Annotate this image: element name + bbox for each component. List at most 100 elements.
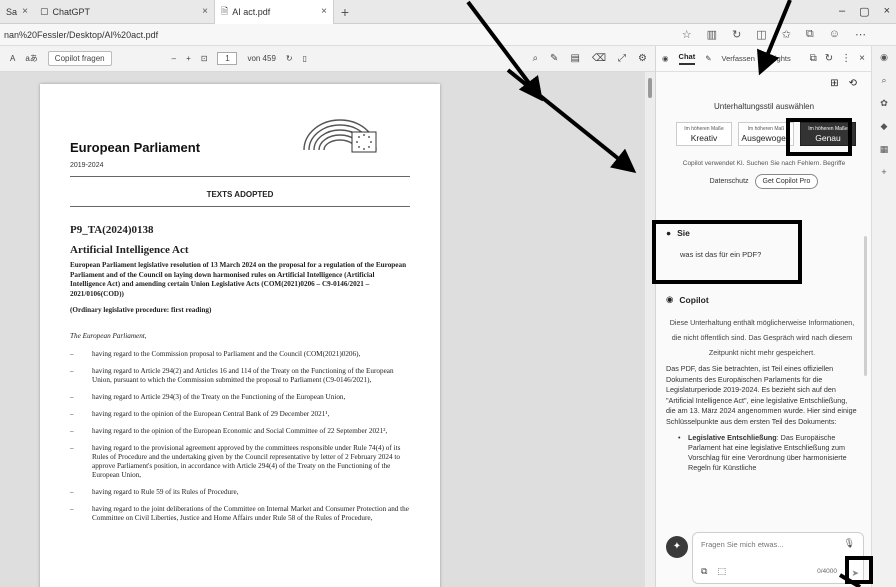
chat-scrollbar[interactable]: [864, 236, 867, 376]
answer-bullet: Legislative Entschließung: Das Europäisc…: [666, 433, 858, 473]
style-name: Ausgewogen: [741, 133, 791, 143]
add-icon[interactable]: +: [881, 167, 886, 177]
copilot-response: ◉ Copilot Diese Unterhaltung enthält mög…: [666, 294, 858, 473]
close-icon[interactable]: ×: [22, 6, 28, 17]
fit-page-icon[interactable]: ⊡: [201, 54, 208, 63]
maximize-button[interactable]: ▢: [859, 5, 869, 18]
divider: [70, 206, 410, 207]
collections-icon[interactable]: ⧉: [806, 28, 814, 41]
tab-ai-act-pdf[interactable]: 🗎 AI act.pdf ×: [214, 0, 334, 24]
section-heading: TEXTS ADOPTED: [206, 190, 274, 199]
more-vertical-icon[interactable]: ⋮: [841, 53, 851, 64]
image-upload-icon[interactable]: ⧉: [701, 566, 707, 577]
recital-item: having regard to Article 294(3) of the T…: [70, 393, 415, 402]
tab-label: AI act.pdf: [232, 6, 271, 17]
sender-name: Copilot: [679, 294, 709, 305]
close-icon[interactable]: ×: [202, 6, 208, 17]
office-icon[interactable]: ▦: [880, 144, 889, 155]
sidebar-actions: ⧉ ↻ ⋮ ×: [810, 53, 871, 64]
settings-icon[interactable]: ⚙: [638, 53, 647, 64]
user-message-text: was ist das für ein PDF?: [680, 250, 762, 259]
tab-compose[interactable]: Verfassen: [722, 54, 755, 63]
pdf-toolbar: A aあ Copilot fragen – + ⊡ 1 von 459 ↻ ▯ …: [0, 46, 655, 72]
split-screen-icon[interactable]: ▥: [707, 28, 717, 41]
pdf-scrollbar[interactable]: [645, 72, 655, 587]
search-icon[interactable]: ⌕: [532, 53, 538, 64]
style-name: Genau: [815, 133, 841, 143]
close-icon[interactable]: ×: [859, 53, 865, 64]
draw-icon[interactable]: ✎: [550, 53, 558, 64]
tab-other[interactable]: Sa ×: [0, 0, 34, 24]
act-title: Artificial Intelligence Act: [70, 244, 189, 256]
profile-icon[interactable]: ☺: [829, 28, 840, 41]
more-icon[interactable]: ⋯: [855, 28, 866, 41]
tab-chat[interactable]: Chat: [678, 52, 696, 65]
window-controls: – ▢ ×: [839, 5, 890, 18]
sender-name: Sie: [677, 228, 690, 238]
history-icon[interactable]: ⟲: [849, 78, 857, 89]
new-tab-button[interactable]: +: [334, 4, 356, 20]
expand-icon[interactable]: ⤢: [618, 53, 626, 64]
erase-icon[interactable]: ⌫: [592, 53, 606, 64]
highlight-icon[interactable]: ▤: [570, 53, 579, 64]
rotate-icon[interactable]: ↻: [286, 54, 293, 63]
refresh-icon[interactable]: ↻: [825, 53, 833, 64]
copilot-logo-icon: ◉: [662, 54, 669, 63]
bullet-label: Legislative Entschließung: [688, 433, 777, 442]
chat-input[interactable]: [701, 540, 831, 549]
send-button[interactable]: ➤: [851, 568, 859, 579]
tab-chatgpt[interactable]: ▢ ChatGPT ×: [34, 0, 214, 24]
get-copilot-pro-button[interactable]: Get Copilot Pro: [754, 174, 819, 189]
refresh-icon[interactable]: ↻: [732, 28, 741, 41]
tools-icon[interactable]: ✿: [880, 98, 888, 109]
address-bar-icons: ☆ ▥ ↻ ◫ ✩ ⧉ ☺ ⋯: [682, 28, 896, 41]
read-aloud-icon[interactable]: aあ: [25, 53, 37, 64]
style-name: Kreativ: [690, 133, 718, 143]
open-new-icon[interactable]: ⧉: [810, 53, 817, 64]
style-precise-button[interactable]: Im höheren Maße Genau: [800, 122, 856, 146]
text-size-icon[interactable]: A: [10, 54, 15, 63]
page-view-icon[interactable]: ▯: [303, 54, 307, 63]
zoom-out-button[interactable]: –: [172, 54, 176, 63]
microphone-icon[interactable]: 🎙: [844, 538, 855, 549]
ask-copilot-button[interactable]: Copilot fragen: [47, 51, 112, 66]
pdf-scroll-thumb[interactable]: [648, 78, 652, 98]
new-topic-button[interactable]: ✦: [666, 536, 688, 558]
screenshot-icon[interactable]: ⬚: [717, 566, 726, 577]
user-message: ● Sie was ist das für ein PDF?: [666, 228, 796, 259]
minimize-button[interactable]: –: [839, 5, 845, 18]
privacy-link[interactable]: Datenschutz: [710, 178, 749, 185]
copilot-rail-icon[interactable]: ◉: [880, 52, 888, 63]
games-icon[interactable]: ◆: [881, 121, 888, 132]
tab-label: Sa: [6, 6, 18, 17]
plugins-grid-icon[interactable]: ⊞: [830, 78, 838, 89]
favorite-star-icon[interactable]: ☆: [682, 28, 692, 41]
style-heading: Unterhaltungsstil auswählen: [713, 102, 815, 111]
pdf-page: European Parliament 2019-2024 TEXTS ADOP…: [40, 84, 440, 587]
page-number-input[interactable]: 1: [217, 52, 238, 65]
recital-item: having regard to Rule 59 of its Rules of…: [70, 488, 415, 497]
pdf-right-tools: ⌕ ✎ ▤ ⌫ ⤢ ⚙: [532, 53, 655, 64]
ai-disclaimer: Copilot verwendet KI. Suchen Sie nach Fe…: [682, 160, 846, 167]
recital-item: having regard to the provisional agreeme…: [70, 444, 415, 480]
pdf-viewer[interactable]: European Parliament 2019-2024 TEXTS ADOP…: [0, 72, 655, 587]
composer-tools: ⧉ ⬚: [701, 566, 726, 577]
user-sender: ● Sie: [666, 228, 796, 238]
tab-label: ChatGPT: [52, 6, 91, 17]
address-bar: nan%20Fessler/Desktop/AI%20act.pdf ☆ ▥ ↻…: [0, 24, 896, 46]
favorites-icon[interactable]: ✩: [782, 28, 791, 41]
search-icon[interactable]: ⌕: [881, 75, 886, 86]
copilot-avatar-icon: ◉: [666, 294, 674, 304]
style-balanced-button[interactable]: Im höheren Maß Ausgewogen: [738, 122, 794, 146]
url-field[interactable]: nan%20Fessler/Desktop/AI%20act.pdf: [0, 30, 158, 40]
close-icon[interactable]: ×: [321, 6, 327, 17]
sidebar-icon[interactable]: ◫: [756, 28, 766, 41]
legislature-years: 2019-2024: [70, 162, 104, 169]
tab-insights[interactable]: Insights: [765, 54, 791, 63]
style-creative-button[interactable]: Im höheren Maße Kreativ: [676, 122, 732, 146]
zoom-in-button[interactable]: +: [186, 54, 191, 63]
close-window-button[interactable]: ×: [884, 5, 890, 18]
resolution-text: European Parliament legislative resoluti…: [70, 261, 407, 298]
chat-input-box[interactable]: 🎙 ⧉ ⬚ 0/4000 ➤: [692, 532, 864, 584]
chat-composer: ✦ 🎙 ⧉ ⬚ 0/4000 ➤: [666, 532, 866, 584]
